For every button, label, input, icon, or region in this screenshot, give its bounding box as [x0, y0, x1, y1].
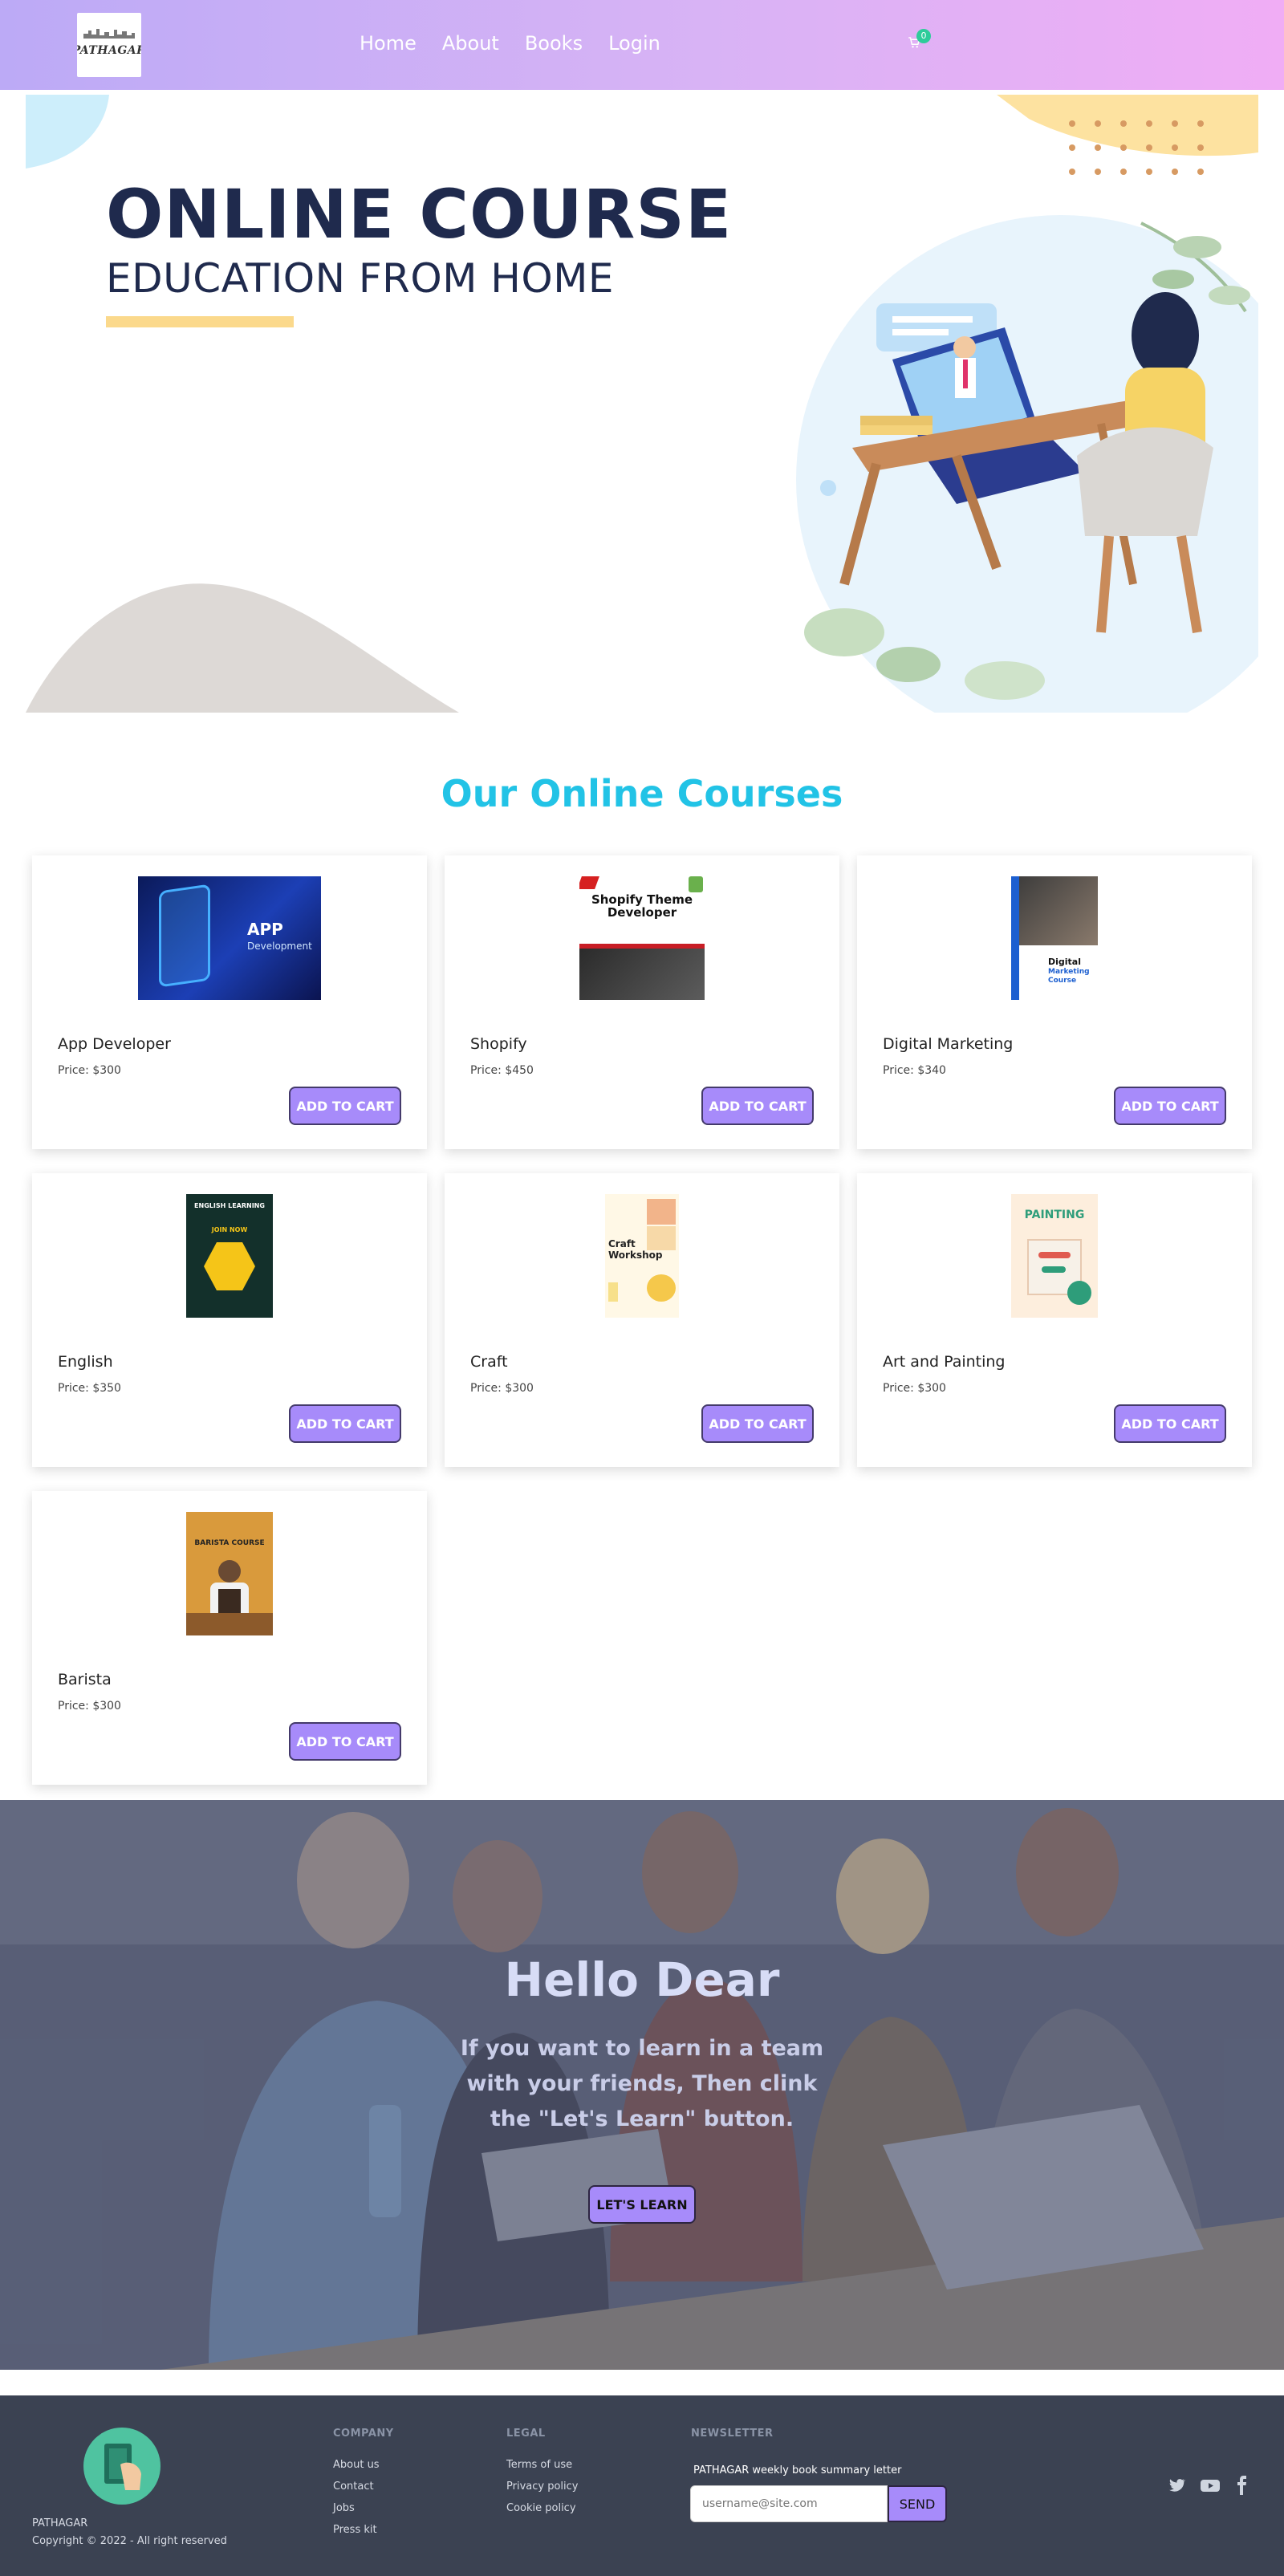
- footer-company-heading: COMPANY: [333, 2428, 394, 2440]
- course-price: Price: $300: [883, 1382, 946, 1395]
- banner-title: Hello Dear: [504, 1952, 780, 2007]
- footer-link-contact[interactable]: Contact: [333, 2481, 394, 2493]
- course-cover-painting: PAINTING: [1011, 1194, 1098, 1318]
- hero-section: ONLINE COURSE EDUCATION FROM HOME: [26, 95, 1258, 713]
- course-name: Shopify: [470, 1035, 527, 1053]
- courses-section-title: Our Online Courses: [441, 772, 843, 815]
- footer-link-press[interactable]: Press kit: [333, 2524, 394, 2536]
- facebook-icon[interactable]: [1231, 2476, 1254, 2498]
- add-to-cart-button[interactable]: ADD TO CART: [1114, 1404, 1226, 1443]
- lets-learn-button[interactable]: LET'S LEARN: [588, 2185, 696, 2224]
- newsletter-email-input[interactable]: [690, 2485, 888, 2522]
- course-name: English: [58, 1353, 113, 1371]
- add-to-cart-button[interactable]: ADD TO CART: [289, 1722, 401, 1761]
- add-to-cart-button[interactable]: ADD TO CART: [701, 1087, 814, 1125]
- footer-link-jobs[interactable]: Jobs: [333, 2502, 394, 2514]
- student-laptop-illustration: [796, 215, 1258, 713]
- course-cover-barista: BARISTA COURSE: [186, 1512, 273, 1635]
- hello-banner: Hello Dear If you want to learn in a tea…: [0, 1800, 1284, 2370]
- nav-login[interactable]: Login: [608, 32, 660, 55]
- course-cover-app: APP Development: [138, 876, 321, 1000]
- newsletter-label: PATHAGAR weekly book summary letter: [693, 2464, 902, 2476]
- course-price: Price: $350: [58, 1382, 121, 1395]
- nav-links: Home About Books Login: [360, 32, 660, 55]
- course-card-craft: Craft Workshop Craft Price: $300 ADD TO …: [445, 1173, 839, 1467]
- hero-blob-blue: [26, 95, 109, 169]
- course-price: Price: $450: [470, 1064, 534, 1077]
- banner-text: If you want to learn in a team with your…: [460, 2036, 824, 2131]
- course-cover-shopify: Shopify Theme Developer: [579, 876, 705, 1000]
- logo-text: PATHAGAR: [77, 44, 141, 57]
- footer-legal-heading: LEGAL: [506, 2428, 546, 2440]
- course-name: Art and Painting: [883, 1353, 1006, 1371]
- course-card-digital-marketing: Digital Marketing Course Digital Marketi…: [857, 855, 1252, 1149]
- course-price: Price: $300: [58, 1700, 121, 1713]
- add-to-cart-button[interactable]: ADD TO CART: [289, 1087, 401, 1125]
- hero-blob-grey: [26, 583, 459, 713]
- course-card-english: ENGLISH LEARNING JOIN NOW English Price:…: [32, 1173, 427, 1467]
- course-cover-digital-marketing: Digital Marketing Course: [1011, 876, 1098, 1000]
- add-to-cart-button[interactable]: ADD TO CART: [289, 1404, 401, 1443]
- hero-subtitle: EDUCATION FROM HOME: [106, 255, 614, 302]
- course-card-app-developer: APP Development App Developer Price: $30…: [32, 855, 427, 1149]
- footer-newsletter-heading: NEWSLETTER: [691, 2428, 774, 2440]
- footer-company-col: COMPANY About us Contact Jobs Press kit: [333, 2428, 394, 2546]
- course-price: Price: $300: [58, 1064, 121, 1077]
- skyline-icon: [83, 29, 135, 39]
- newsletter-send-button[interactable]: SEND: [888, 2485, 947, 2522]
- course-name: Digital Marketing: [883, 1035, 1014, 1053]
- course-cover-english: ENGLISH LEARNING JOIN NOW: [186, 1194, 273, 1318]
- footer-logo-icon: [83, 2428, 160, 2505]
- twitter-icon[interactable]: [1165, 2476, 1188, 2498]
- course-cover-craft: Craft Workshop: [605, 1194, 679, 1318]
- course-card-barista: BARISTA COURSE Barista Price: $300 ADD T…: [32, 1491, 427, 1785]
- add-to-cart-button[interactable]: ADD TO CART: [701, 1404, 814, 1443]
- course-price: Price: $300: [470, 1382, 534, 1395]
- footer-newsletter-col: NEWSLETTER: [691, 2428, 774, 2459]
- footer-brand: PATHAGAR: [32, 2517, 88, 2529]
- navbar: PATHAGAR Home About Books Login 0: [0, 0, 1284, 90]
- hero-dot-grid: [1069, 120, 1204, 175]
- course-name: App Developer: [58, 1035, 171, 1053]
- footer-legal-col: LEGAL Terms of use Privacy policy Cookie…: [506, 2428, 578, 2524]
- course-card-art-painting: PAINTING Art and Painting Price: $300 AD…: [857, 1173, 1252, 1467]
- footer-copyright: Copyright © 2022 - All right reserved: [32, 2535, 227, 2547]
- footer-link-terms[interactable]: Terms of use: [506, 2459, 578, 2471]
- cart-count-badge: 0: [916, 29, 931, 43]
- footer: PATHAGAR Copyright © 2022 - All right re…: [0, 2395, 1284, 2576]
- hero-underline: [106, 316, 294, 327]
- nav-books[interactable]: Books: [525, 32, 583, 55]
- add-to-cart-button[interactable]: ADD TO CART: [1114, 1087, 1226, 1125]
- footer-link-privacy[interactable]: Privacy policy: [506, 2481, 578, 2493]
- nav-about[interactable]: About: [442, 32, 499, 55]
- course-name: Barista: [58, 1671, 112, 1688]
- logo[interactable]: PATHAGAR: [77, 13, 141, 77]
- footer-link-about[interactable]: About us: [333, 2459, 394, 2471]
- hero-title: ONLINE COURSE: [106, 175, 733, 254]
- course-card-shopify: Shopify Theme Developer Shopify Price: $…: [445, 855, 839, 1149]
- footer-link-cookie[interactable]: Cookie policy: [506, 2502, 578, 2514]
- course-price: Price: $340: [883, 1064, 946, 1077]
- nav-home[interactable]: Home: [360, 32, 416, 55]
- course-name: Craft: [470, 1353, 508, 1371]
- youtube-icon[interactable]: [1199, 2476, 1221, 2498]
